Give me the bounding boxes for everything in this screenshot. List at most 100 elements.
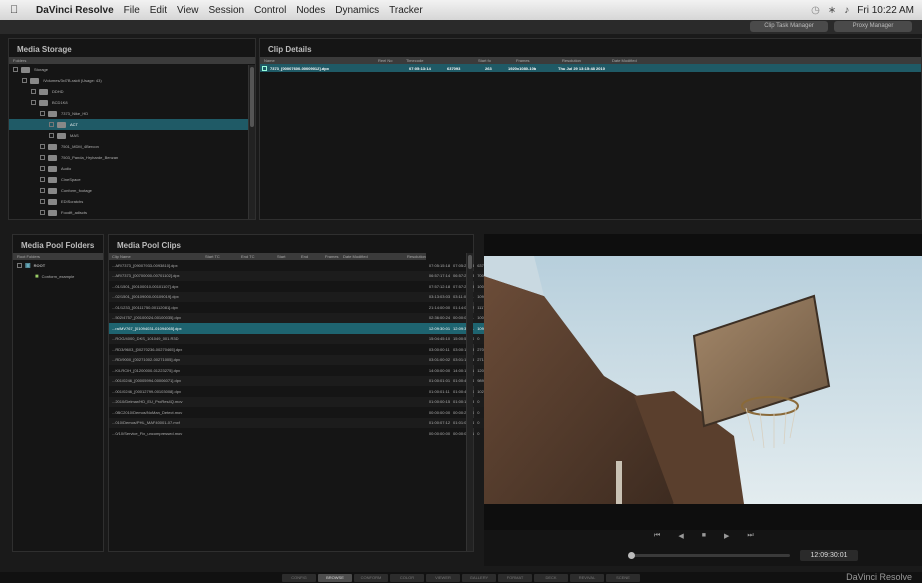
expand-toggle-icon[interactable] [40,199,45,204]
viewer-frame [484,256,922,504]
module-tab-config[interactable]: CONFIG [282,574,316,582]
clip-cell: ...RD3/9603_[00270236-00270465].dpx [112,346,183,352]
storage-folder-item[interactable]: 7503_Panda_Hryharde_Benzan [9,152,255,163]
expand-toggle-icon[interactable] [49,122,54,127]
expand-toggle-icon[interactable] [40,188,45,193]
menu-edit[interactable]: Edit [150,5,167,16]
menu-file[interactable]: File [124,5,140,16]
storage-folder-item[interactable]: /Volumes/3xl7B-raidt (Usage: 43) [9,75,255,86]
expand-toggle-icon[interactable] [40,177,45,182]
clip-task-manager-button[interactable]: Clip Task Manager [750,21,828,32]
col-frames[interactable]: Frames [325,254,343,259]
expand-toggle-icon[interactable] [40,166,45,171]
pool-folder-root[interactable]: ▣ ROOT [13,260,103,271]
apple-icon[interactable]:  [10,4,26,16]
module-tab-revival[interactable]: REVIVAL [570,574,604,582]
proxy-manager-button[interactable]: Proxy Manager [834,21,912,32]
stop-icon[interactable]: ■ [702,532,706,540]
module-tab-format[interactable]: FORMAT [498,574,532,582]
step-back-icon[interactable]: ◀ [678,532,683,540]
module-tab-browse[interactable]: BROWSE [318,574,352,582]
expand-toggle-icon[interactable] [40,155,45,160]
menu-view[interactable]: View [177,5,199,16]
menu-dynamics[interactable]: Dynamics [335,5,379,16]
module-tab-deck[interactable]: DECK [534,574,568,582]
storage-folder-item[interactable]: MAS [9,130,255,141]
clip-cell: 14:00:00:00 [428,367,451,373]
storage-folder-item[interactable]: Foodft_adiscts [9,207,255,218]
expand-toggle-icon[interactable] [31,100,36,105]
expand-toggle-icon[interactable] [40,111,45,116]
storage-scrollbar[interactable] [248,65,255,219]
clips-scrollbar[interactable] [466,253,473,551]
clips-header-row: Clip Name Start TC End TC Start End Fram… [109,253,426,260]
expand-toggle-icon[interactable] [40,144,45,149]
storage-folder-item[interactable]: BCD1K8 [9,97,255,108]
media-pool-folders-title: Media Pool Folders [21,241,95,250]
menu-nodes[interactable]: Nodes [296,5,325,16]
folder-icon [57,132,66,139]
col-end-tc[interactable]: End TC [241,254,277,259]
folder-label: ACT [70,122,78,127]
folder-icon [48,198,57,205]
menu-control[interactable]: Control [254,5,286,16]
module-tab-conform[interactable]: CONFORM [354,574,388,582]
col-resolution[interactable]: Resolution [407,254,426,259]
play-icon[interactable]: ▶ [724,532,729,540]
menu-session[interactable]: Session [209,5,245,16]
expand-toggle-icon[interactable] [22,78,27,83]
storage-folder-item[interactable]: 7373_Nike_HD [9,108,255,119]
clip-cell: 00:00:00:00 [428,430,451,436]
storage-tree: Storage/Volumes/3xl7B-raidt (Usage: 43) D… [9,64,255,218]
folder-icon [39,88,48,95]
col-start-tc[interactable]: Start TC [205,254,241,259]
timeline-scrubber[interactable] [628,552,790,559]
module-tab-viewer[interactable]: VIEWER [426,574,460,582]
storage-folder-item[interactable]: ACT [9,119,255,130]
clip-cell: 01:00:01:11 [428,388,450,394]
menu-tracker[interactable]: Tracker [389,5,423,16]
clip-cell: 15:04:45:10 [425,333,451,344]
storage-folder-item[interactable]: 7501_MDM_4Bercon [9,141,255,152]
col-date-modified[interactable]: Date Modified [343,254,407,259]
clock[interactable]: Fri 10:22 AM [857,5,914,16]
col-start[interactable]: Start [277,254,301,259]
storage-folder-item[interactable]: Storage [9,64,255,75]
folder-label: MAS [70,133,79,138]
folder-label: Foodft_adiscts [61,210,88,215]
clip-cell: 03:01:00:02 [425,354,451,365]
storage-folder-item[interactable]: Audio [9,163,255,174]
storage-folder-item[interactable]: DDHD [9,86,255,97]
module-tab-scene[interactable]: SCENE [606,574,640,582]
folder-label: EDIScratchs [61,199,84,204]
clip-detail-row[interactable]: 7373_[00007600-00009012].dpx 07:05:13:14… [260,64,921,72]
expand-toggle-icon[interactable] [49,133,54,138]
folder-label: 7503_Panda_Hryharde_Benzan [61,155,119,160]
folder-label: /Volumes/3xl7B-raidt (Usage: 43) [43,78,102,83]
expand-toggle-icon[interactable] [40,210,45,215]
clip-cell: ...2010/Delmar/HD_EU_ProRes4Q.mov [109,396,426,407]
basketball-hoop-image [484,256,922,504]
skip-forward-icon[interactable]: ⏭ [747,532,753,540]
bluetooth-icon[interactable]: ∗ [828,5,836,16]
timemachine-icon[interactable]: ◷ [811,5,820,16]
expand-toggle-icon[interactable] [13,67,18,72]
storage-folder-item[interactable]: Conform_footage [9,185,255,196]
col-clip-name[interactable]: Clip Name [109,254,205,259]
expand-toggle-icon[interactable] [31,89,36,94]
app-menu[interactable]: DaVinci Resolve [36,5,114,16]
media-pool-clips-title: Media Pool Clips [117,241,182,250]
storage-folder-item[interactable]: EDIScratchs [9,196,255,207]
clip-cell: ...001/0246_[00012799-00103008].dpx [112,388,181,394]
volume-icon[interactable]: ♪ [844,5,849,16]
folder-label: CineSpace [61,177,81,182]
skip-back-icon[interactable]: ⏮ [654,532,660,540]
folder-icon [21,66,30,73]
folder-icon [48,187,57,194]
module-tab-color[interactable]: COLOR [390,574,424,582]
module-tab-gallery[interactable]: GALLERY [462,574,496,582]
storage-folder-item[interactable]: CineSpace [9,174,255,185]
col-end[interactable]: End [301,254,325,259]
scrubber-handle[interactable] [628,552,635,559]
pool-folder-conform[interactable]: ■ Conform_example [13,271,103,282]
